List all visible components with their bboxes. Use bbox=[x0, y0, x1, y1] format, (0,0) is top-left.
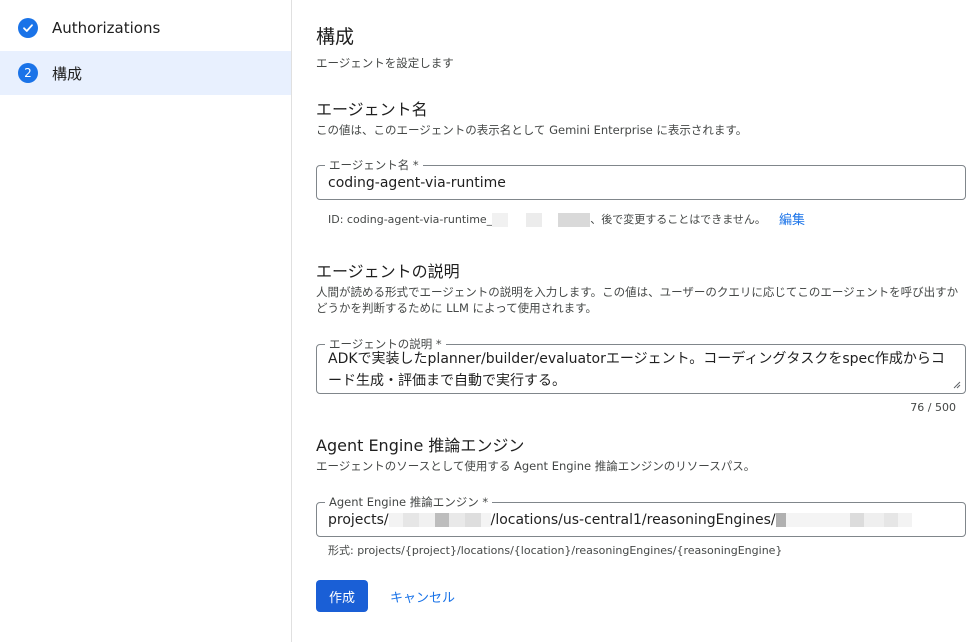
agent-engine-input-value: projects/ /locations/us-central1/reasonin… bbox=[328, 512, 912, 528]
redacted-block bbox=[849, 513, 864, 527]
redacted-block bbox=[542, 213, 559, 227]
agent-engine-format-hint: 形式: projects/{project}/locations/{locati… bbox=[328, 544, 783, 557]
agent-description-value: ADKで実装したplanner/builder/evaluatorエージェント。… bbox=[328, 351, 945, 389]
redacted-block bbox=[418, 513, 435, 527]
agent-id-prefix: ID: coding-agent-via-runtime_ bbox=[328, 213, 493, 226]
page-subtitle: エージェントを設定します bbox=[316, 56, 454, 70]
create-button[interactable]: 作成 bbox=[316, 580, 368, 612]
agent-name-input-value: coding-agent-via-runtime bbox=[328, 175, 506, 191]
check-icon bbox=[18, 18, 38, 38]
edit-id-link[interactable]: 編集 bbox=[779, 209, 805, 228]
cancel-button[interactable]: キャンセル bbox=[386, 580, 459, 612]
agent-engine-description: エージェントのソースとして使用する Agent Engine 推論エンジンのリソ… bbox=[316, 459, 756, 473]
resource-path-middle: /locations/us-central1/reasoningEngines/ bbox=[490, 512, 776, 528]
agent-engine-section-title: Agent Engine 推論エンジン bbox=[316, 436, 525, 455]
redacted-block bbox=[558, 213, 591, 227]
agent-id-hint: ID: coding-agent-via-runtime_ 、後で変更することはで… bbox=[328, 211, 766, 227]
redacted-block bbox=[897, 513, 912, 527]
redacted-block bbox=[775, 513, 786, 527]
agent-name-field-label: エージェント名 * bbox=[325, 158, 423, 172]
redacted-block bbox=[434, 513, 449, 527]
resource-path-prefix: projects/ bbox=[328, 512, 389, 528]
agent-name-section-title: エージェント名 bbox=[316, 100, 428, 119]
redacted-block bbox=[448, 513, 465, 527]
redacted-block bbox=[402, 513, 419, 527]
step-number-badge: 2 bbox=[18, 63, 38, 83]
character-counter: 76 / 500 bbox=[910, 401, 956, 414]
agent-name-description: この値は、このエージェントの表示名として Gemini Enterprise に… bbox=[316, 123, 748, 137]
agent-description-textarea[interactable]: エージェントの説明 * ADKで実装したplanner/builder/eval… bbox=[316, 337, 966, 394]
agent-engine-field[interactable]: Agent Engine 推論エンジン * projects/ /location… bbox=[316, 495, 966, 537]
redacted-block bbox=[492, 213, 509, 227]
step-configuration[interactable]: 2 構成 bbox=[0, 51, 291, 95]
redacted-block bbox=[388, 513, 403, 527]
agent-name-field[interactable]: エージェント名 * coding-agent-via-runtime bbox=[316, 158, 966, 200]
agent-engine-field-label: Agent Engine 推論エンジン * bbox=[325, 495, 493, 509]
redacted-block bbox=[863, 513, 884, 527]
redacted-block bbox=[464, 513, 481, 527]
agent-description-help: 人間が読める形式でエージェントの説明を入力します。この値は、ユーザーのクエリに応… bbox=[316, 285, 959, 315]
agent-id-suffix: 、後で変更することはできません。 bbox=[590, 213, 766, 226]
resize-handle-icon[interactable] bbox=[953, 381, 961, 389]
page-title: 構成 bbox=[316, 26, 355, 48]
redacted-block bbox=[785, 513, 850, 527]
step-label: Authorizations bbox=[52, 19, 161, 37]
stepper-sidebar: Authorizations 2 構成 bbox=[0, 0, 292, 642]
redacted-block bbox=[508, 213, 527, 227]
redacted-block bbox=[480, 513, 491, 527]
step-authorizations[interactable]: Authorizations bbox=[0, 6, 291, 50]
redacted-block bbox=[526, 213, 543, 227]
redacted-block bbox=[883, 513, 898, 527]
agent-description-section-title: エージェントの説明 bbox=[316, 262, 460, 281]
step-label: 構成 bbox=[52, 64, 83, 83]
